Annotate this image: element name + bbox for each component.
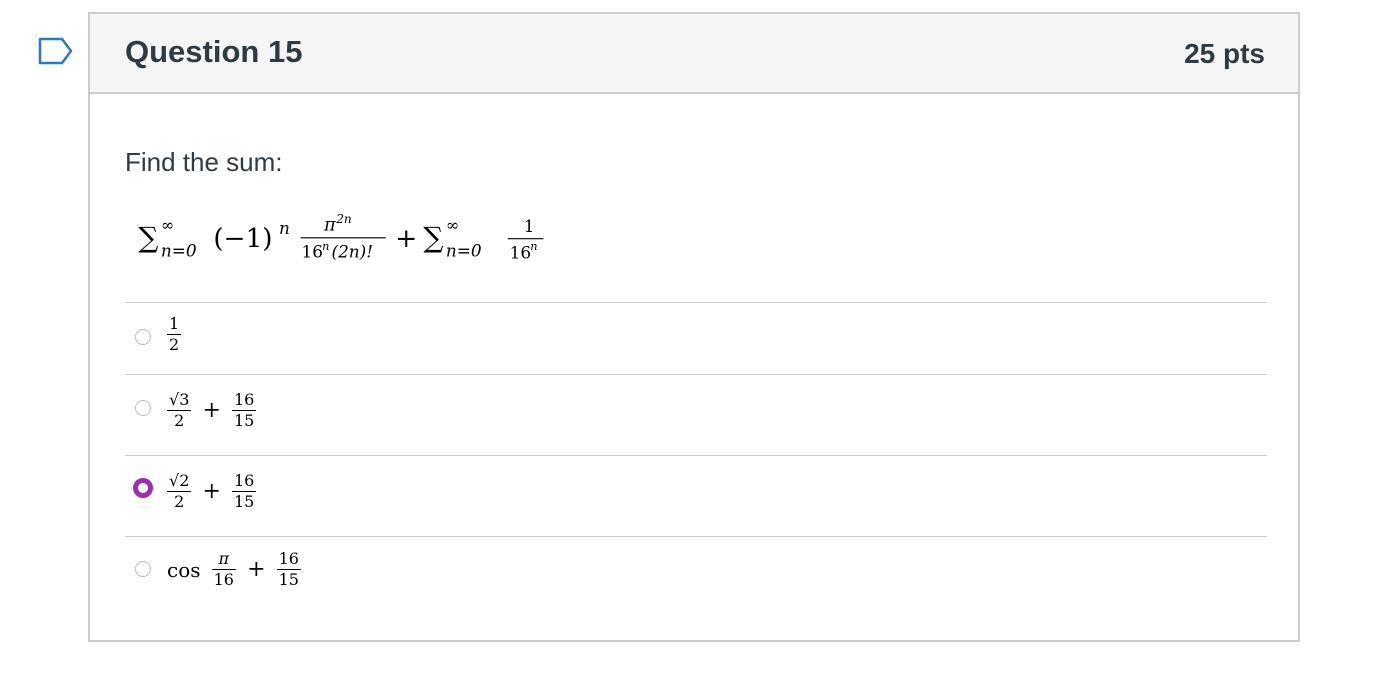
answer-2-numerator-2: 16 [234, 390, 255, 409]
answer-list: 1 2 √3 2 + 16 15 √2 2 + 16 15 cos π 16 +… [125, 302, 1267, 616]
radio-button[interactable] [135, 400, 151, 416]
question-points: 25 pts [1184, 38, 1265, 69]
sum-2-lower: n=0 [446, 241, 482, 261]
answer-2-numerator-1: √3 [169, 390, 190, 409]
answer-3-plus: + [202, 479, 221, 504]
answer-1-numerator: 1 [169, 314, 180, 333]
frac-2-denominator-exp: n [530, 240, 537, 253]
answer-4-math: cos π 16 + 16 15 [167, 551, 301, 588]
answer-option-4[interactable]: cos π 16 + 16 15 [125, 536, 1267, 616]
answer-4-plus: + [247, 557, 266, 582]
answer-4-function: cos [167, 557, 201, 582]
question-title: Question 15 [125, 34, 303, 69]
question-header: Question 15 25 pts [90, 14, 1298, 94]
term-1-exponent: n [279, 218, 290, 238]
answer-2-denominator-1: 2 [174, 411, 185, 430]
frac-2-numerator: 1 [524, 216, 535, 236]
plus-sign: + [395, 224, 417, 254]
sum-1-upper: ∞ [161, 215, 174, 234]
frac-1-denominator-a: 16 [302, 241, 323, 261]
frac-2-denominator: 16 [510, 242, 531, 262]
answer-1-math: 1 2 [167, 314, 182, 354]
question-card: Question 15 25 pts Find the sum: ∑ ∞ n=0… [88, 12, 1300, 642]
answer-4-numerator-2: 16 [278, 549, 299, 568]
term-1: (−1) [213, 224, 272, 254]
answer-3-numerator-2: 16 [234, 471, 255, 490]
answer-option-3[interactable]: √2 2 + 16 15 [125, 455, 1267, 536]
answer-3-denominator-2: 15 [234, 492, 255, 511]
frac-1-denominator-b: (2n)! [332, 241, 374, 261]
sum-symbol-1: ∑ [138, 221, 158, 254]
question-prompt: Find the sum: [125, 147, 283, 177]
sum-2-upper: ∞ [446, 215, 459, 234]
series-formula: ∑ ∞ n=0 (−1) n π 2n 16 n (2n)! + ∑ ∞ n=0… [138, 212, 544, 262]
answer-option-1[interactable]: 1 2 [125, 302, 1267, 374]
radio-button[interactable] [135, 561, 151, 577]
answer-option-2[interactable]: √3 2 + 16 15 [125, 374, 1267, 455]
frac-1-numerator-exp: 2n [335, 212, 352, 226]
answer-2-plus: + [202, 398, 221, 423]
answer-3-numerator-1: √2 [169, 471, 190, 490]
sum-symbol-2: ∑ [423, 221, 443, 254]
frac-1-numerator: π [323, 214, 336, 235]
answer-2-denominator-2: 15 [234, 411, 255, 430]
frac-1-denominator-a-exp: n [322, 240, 329, 253]
radio-button-selected[interactable] [133, 478, 153, 498]
answer-2-math: √3 2 + 16 15 [167, 390, 257, 430]
bookmark-flag-icon[interactable] [38, 37, 74, 65]
answer-3-denominator-1: 2 [174, 492, 185, 511]
answer-4-numerator-1: π [218, 549, 230, 568]
answer-4-denominator-2: 15 [278, 570, 299, 589]
answer-3-math: √2 2 + 16 15 [167, 471, 257, 511]
radio-button[interactable] [135, 329, 151, 345]
sum-1-lower: n=0 [161, 241, 197, 261]
answer-1-denominator: 2 [169, 335, 180, 354]
answer-4-denominator-1: 16 [213, 570, 234, 589]
